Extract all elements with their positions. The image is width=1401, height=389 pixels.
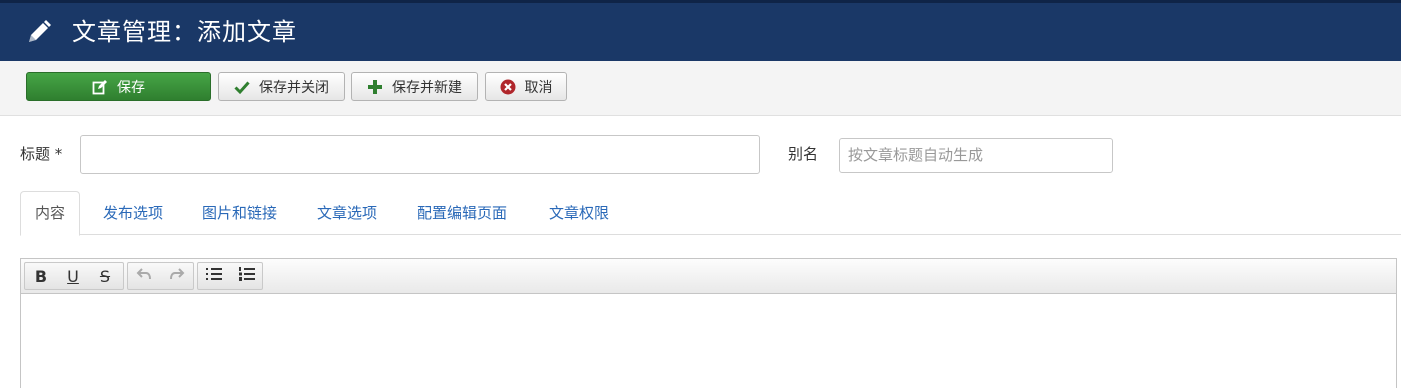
alias-label: 别名 <box>788 145 819 163</box>
rich-text-editor: B U S <box>20 258 1397 389</box>
page-header: 文章管理：添加文章 <box>0 0 1401 61</box>
tab-bar: 内容 发布选项 图片和链接 文章选项 配置编辑页面 文章权限 <box>20 191 1401 236</box>
list-group <box>197 262 263 290</box>
tab-images-links[interactable]: 图片和链接 <box>202 191 277 235</box>
tab-content[interactable]: 内容 <box>20 191 81 236</box>
save-button[interactable]: 保存 <box>26 72 211 101</box>
underline-button[interactable]: U <box>57 263 89 289</box>
alias-input[interactable] <box>839 138 1113 173</box>
save-new-label: 保存并新建 <box>392 79 462 96</box>
cancel-label: 取消 <box>524 79 553 96</box>
redo-button[interactable] <box>161 263 193 289</box>
undo-icon <box>136 266 152 286</box>
editor-content-area[interactable] <box>21 294 1396 389</box>
save-close-button[interactable]: 保存并关闭 <box>218 72 345 101</box>
check-icon <box>234 79 250 95</box>
cancel-circle-icon <box>500 79 516 95</box>
underline-icon: U <box>67 266 79 286</box>
bullet-list-icon <box>205 266 223 286</box>
numbered-list-icon <box>238 266 256 286</box>
tab-article-options[interactable]: 文章选项 <box>317 191 377 235</box>
editor-toolbar: B U S <box>21 259 1396 294</box>
save-close-label: 保存并关闭 <box>259 79 329 96</box>
plus-icon <box>367 79 383 95</box>
pencil-icon <box>26 19 52 45</box>
page-title: 文章管理：添加文章 <box>72 18 297 46</box>
edit-icon <box>92 79 108 95</box>
redo-icon <box>169 266 185 286</box>
format-group: B U S <box>24 262 124 290</box>
numbered-list-button[interactable] <box>231 263 263 289</box>
bullet-list-button[interactable] <box>198 263 230 289</box>
action-toolbar: 保存 保存并关闭 保存并新建 取消 <box>0 61 1401 116</box>
title-label: 标题 * <box>20 145 63 163</box>
save-new-button[interactable]: 保存并新建 <box>351 72 478 101</box>
bold-button[interactable]: B <box>25 263 57 289</box>
tab-publishing[interactable]: 发布选项 <box>103 191 163 235</box>
history-group <box>127 262 194 290</box>
strikethrough-button[interactable]: S <box>89 263 121 289</box>
strikethrough-icon: S <box>99 266 111 286</box>
tab-permissions[interactable]: 文章权限 <box>549 191 609 235</box>
tab-editing-layout[interactable]: 配置编辑页面 <box>417 191 507 235</box>
save-button-label: 保存 <box>117 79 145 96</box>
cancel-button[interactable]: 取消 <box>485 72 567 101</box>
title-input[interactable] <box>80 135 760 174</box>
undo-button[interactable] <box>128 263 160 289</box>
bold-icon: B <box>34 266 48 286</box>
